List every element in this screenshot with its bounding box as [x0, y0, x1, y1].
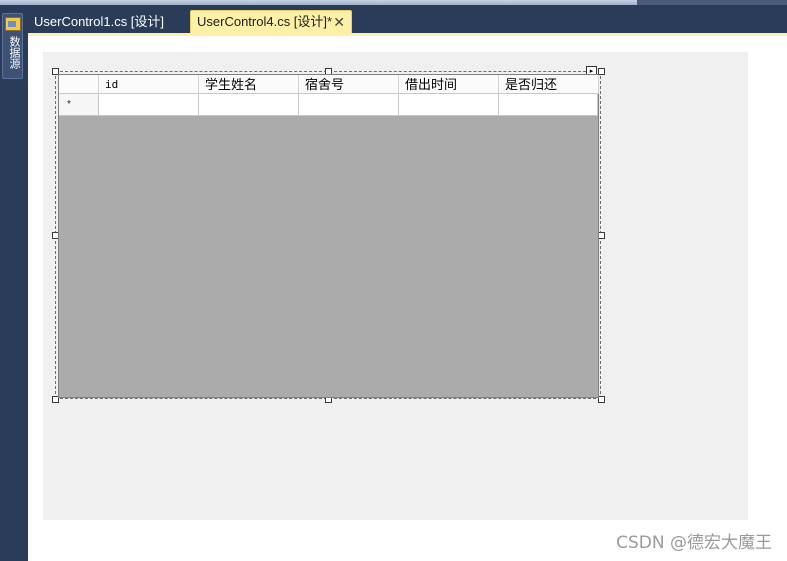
cell-borrow-time[interactable]: [399, 94, 499, 115]
document-tabbar: UserControl1.cs [设计] UserControl4.cs [设计…: [28, 5, 787, 33]
close-icon[interactable]: ✕: [333, 11, 345, 33]
data-sources-label: 数据源: [8, 36, 21, 69]
column-header-id[interactable]: id: [99, 75, 199, 94]
tab-usercontrol1-label: UserControl1.cs [设计]: [34, 14, 165, 29]
cell-returned[interactable]: [499, 94, 598, 115]
resize-handle-bottom-right[interactable]: [598, 396, 605, 403]
resize-handle-top-right[interactable]: [598, 68, 605, 75]
data-sources-tab[interactable]: 数据源: [2, 13, 23, 79]
left-toolbar: 数据源: [0, 5, 28, 561]
column-header-borrow-time[interactable]: 借出时间: [399, 75, 499, 94]
resize-handle-middle-right[interactable]: [598, 232, 605, 239]
toolbox-icon: [5, 17, 21, 31]
designer-document: ▸ id 学生姓名 宿舍号 借出时间 是否归还 *: [28, 36, 787, 561]
tab-usercontrol4-label: UserControl4.cs [设计]*: [197, 14, 333, 29]
column-header-student-name[interactable]: 学生姓名: [199, 75, 299, 94]
cell-dorm-number[interactable]: [299, 94, 399, 115]
grid-new-row[interactable]: *: [59, 94, 598, 116]
datagridview[interactable]: id 学生姓名 宿舍号 借出时间 是否归还 *: [58, 74, 599, 398]
cell-id[interactable]: [99, 94, 199, 115]
column-header-returned[interactable]: 是否归还: [499, 75, 599, 94]
column-header-dorm-number[interactable]: 宿舍号: [299, 75, 399, 94]
new-row-marker[interactable]: *: [59, 94, 99, 115]
watermark-text: CSDN @德宏大魔王: [616, 533, 772, 553]
grid-column-header-row: id 学生姓名 宿舍号 借出时间 是否归还: [59, 75, 599, 94]
cell-student-name[interactable]: [199, 94, 299, 115]
usercontrol-design-surface[interactable]: ▸ id 学生姓名 宿舍号 借出时间 是否归还 *: [43, 52, 748, 520]
tab-usercontrol4[interactable]: UserControl4.cs [设计]* ✕: [190, 10, 352, 33]
tab-usercontrol1[interactable]: UserControl1.cs [设计]: [28, 10, 178, 33]
grid-top-left-corner[interactable]: [59, 75, 99, 94]
